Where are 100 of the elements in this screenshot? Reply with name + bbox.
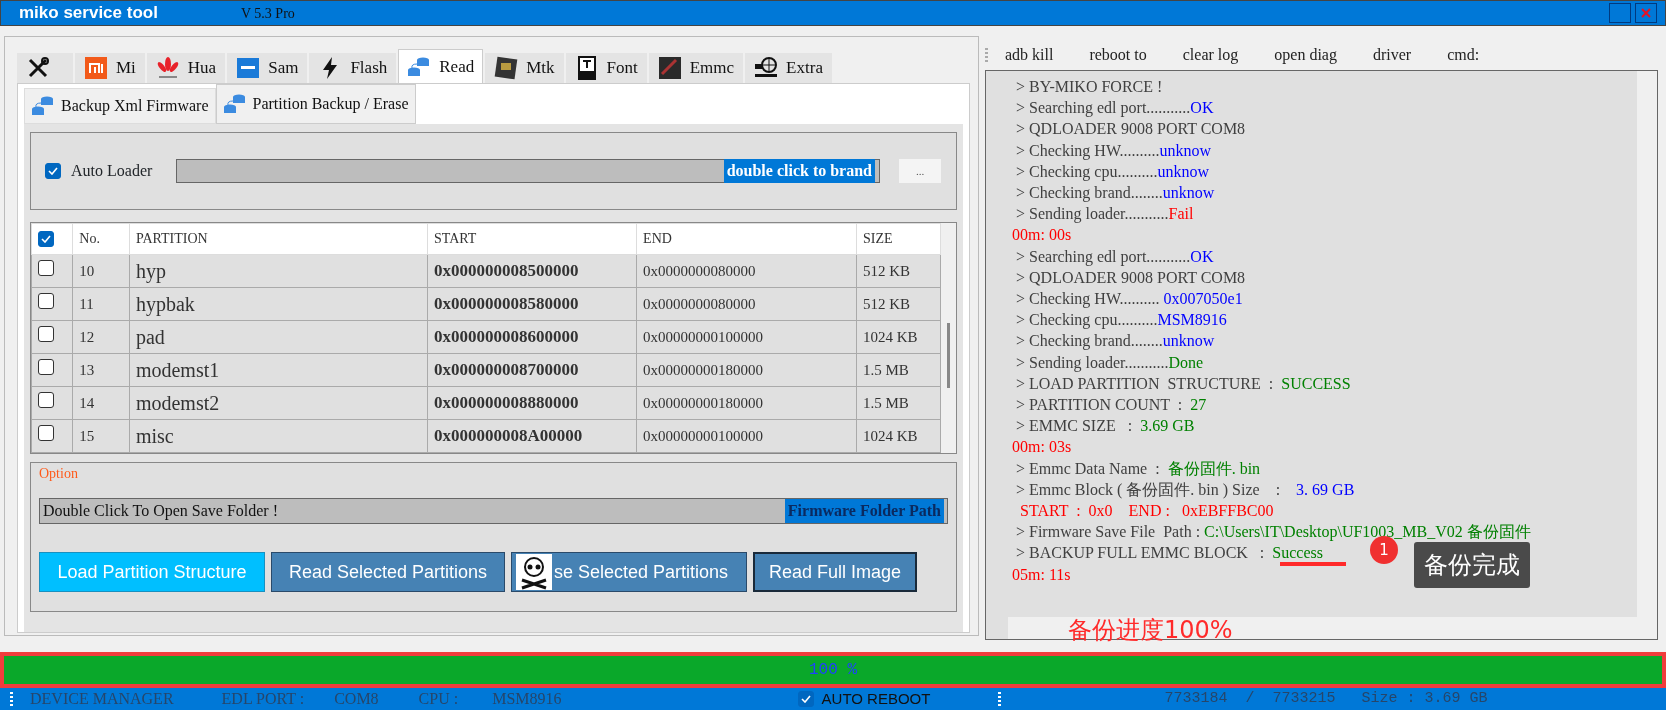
log-text: 备份固件. bin (1167, 459, 1261, 477)
log-text: OK (1190, 247, 1214, 265)
check-icon (41, 235, 51, 244)
logo-square-icon (236, 56, 261, 80)
tab[interactable] (17, 53, 73, 83)
database-icon (31, 94, 55, 118)
status-value: 7733215 (1272, 688, 1336, 709)
table-cell: modemst1 (129, 353, 428, 387)
vertical-scrollbar[interactable] (1637, 71, 1657, 617)
log-text: > QDLOADER 9008 PORT COM8 (1015, 120, 1246, 138)
grip-icon (998, 692, 1003, 706)
log-text: > QDLOADER 9008 PORT COM8 (1015, 268, 1246, 286)
log-text: > BACKUP FULL EMMC BLOCK : (1015, 544, 1266, 562)
table-cell: 12 (72, 320, 130, 354)
table-cell: hypbak (129, 287, 428, 321)
row-checkbox[interactable] (38, 358, 54, 375)
log-text: 00m: 03s (1012, 438, 1072, 456)
tab[interactable]: Flash (309, 53, 397, 83)
callout-label: 备份完成 (1414, 542, 1530, 588)
row-checkbox[interactable] (38, 259, 54, 276)
brand-field[interactable]: double click to brand (176, 159, 880, 183)
table-cell: 0x000000008580000 (427, 287, 637, 321)
folder-field[interactable]: Double Click To Open Save Folder ! Firmware Folder Path (39, 498, 948, 524)
status-label: EDL PORT : (221, 689, 305, 709)
log-text: 3.69 GB (1140, 417, 1195, 435)
log-text: Done (1168, 353, 1204, 371)
grip-icon (985, 48, 989, 62)
log-text: unknow (1159, 141, 1212, 159)
progress-note: 备份进度100% (1068, 615, 1233, 646)
tab[interactable]: Sam (227, 53, 308, 83)
log-text: > Sending loader........... (1015, 205, 1169, 223)
auto-loader-checkbox[interactable] (45, 163, 61, 179)
group-title: Option (39, 465, 79, 483)
table-cell: 512 KB (856, 254, 941, 288)
log-text: START : 0x0 END : 0xEBFFBC00 (1019, 502, 1274, 520)
tab[interactable]: Emmc (648, 53, 744, 83)
toolbar-button[interactable]: cmd: (1447, 43, 1480, 67)
grip-icon (10, 692, 14, 706)
log-text: MSM8916 (1157, 311, 1227, 329)
tools-icon (26, 56, 50, 80)
log-text: > Firmware Save File Path : (1015, 523, 1202, 541)
log-text: > Searching edl port........... (1015, 247, 1191, 265)
tab[interactable]: Font (565, 53, 647, 83)
toolbar-button[interactable]: open diag (1274, 43, 1337, 67)
row-checkbox[interactable] (38, 391, 54, 408)
log-text: SUCCESS (1281, 374, 1351, 392)
table-cell: 0x000000008500000 (427, 254, 637, 288)
log-text: > Sending loader........... (1015, 353, 1169, 371)
browse-button[interactable]: ... (898, 158, 942, 184)
tab[interactable]: Mtk (485, 53, 564, 83)
action-button[interactable]: Read Full Image (753, 552, 917, 592)
version-label: V 5.3 Pro (241, 4, 295, 23)
status-label: CPU : (418, 689, 459, 709)
row-checkbox[interactable] (38, 292, 54, 309)
chip-icon (494, 56, 519, 80)
action-button[interactable]: Read Selected Partitions (271, 552, 505, 592)
chip-icon (657, 56, 682, 80)
table-cell: 1024 KB (856, 320, 941, 354)
log-text: > Emmc Block ( 备份固件. bin ) Size : (1015, 480, 1282, 498)
square-logo-icon (84, 56, 108, 80)
scroll-thumb[interactable] (947, 323, 950, 388)
log-text: 27 (1190, 396, 1207, 414)
table-cell: 0x00000000100000 (636, 320, 857, 354)
tab[interactable]: Extra (745, 53, 832, 83)
log-text: 0x007050e1 (1163, 290, 1243, 308)
log-text: 3. 69 GB (1296, 480, 1355, 498)
toolbar-button[interactable]: clear log (1182, 43, 1239, 67)
status-value: COM8 (334, 689, 379, 709)
sub-tab[interactable]: Backup Xml Firmware (24, 88, 216, 124)
table-cell: 0x0000000080000 (636, 287, 857, 321)
scrollbar[interactable] (941, 223, 956, 453)
table-cell: misc (129, 419, 428, 453)
toolbar-button[interactable]: adb kill (1005, 43, 1054, 67)
check-icon (48, 167, 58, 175)
close-button[interactable] (1635, 3, 1657, 23)
tab[interactable]: Hua (146, 53, 226, 83)
log-text: > PARTITION COUNT : (1015, 396, 1184, 414)
action-button[interactable]: se Selected Partitions (511, 552, 747, 592)
row-checkbox[interactable] (38, 325, 54, 342)
minimize-button[interactable] (1609, 3, 1631, 23)
row-checkbox[interactable] (38, 424, 54, 441)
sub-tab[interactable]: Partition Backup / Erase (215, 84, 416, 124)
log-text: > Emmc Data Name : (1015, 459, 1161, 477)
table-cell: 512 KB (856, 287, 941, 321)
table-cell: 0x00000000100000 (636, 419, 857, 453)
toolbar-button[interactable]: reboot to (1089, 43, 1147, 67)
table-cell: 0x000000008600000 (427, 320, 637, 354)
select-all-checkbox[interactable] (38, 231, 54, 248)
tab[interactable]: Read (398, 49, 484, 83)
window-title: miko service tool (19, 2, 159, 25)
table-cell: hyp (129, 254, 428, 288)
table-cell: 1.5 MB (856, 353, 941, 387)
column-header: PARTITION (129, 223, 428, 255)
tab[interactable]: Mi (75, 53, 145, 83)
table-cell: 0x00000000180000 (636, 386, 857, 420)
auto-reboot-checkbox[interactable] (797, 691, 814, 707)
checkbox-label: AUTO REBOOT (821, 688, 931, 709)
toolbar-button[interactable]: driver (1372, 43, 1412, 67)
log-text: > EMMC SIZE : (1015, 417, 1134, 435)
table-cell: 0x000000008880000 (427, 386, 637, 420)
